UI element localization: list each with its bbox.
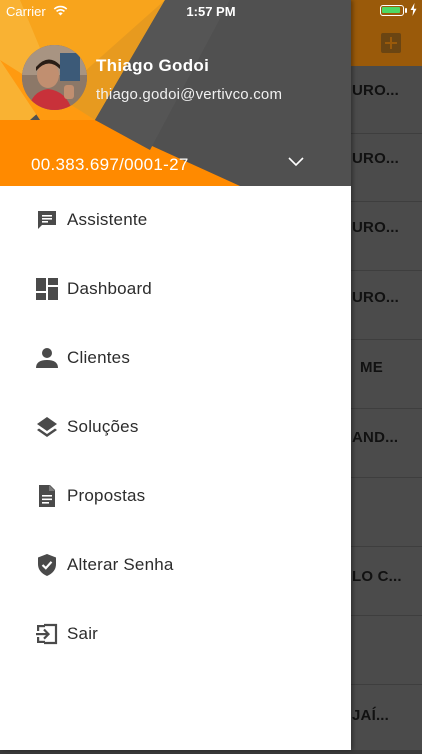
user-name: Thiago Godoi — [96, 56, 210, 75]
status-time: 1:57 PM — [186, 4, 236, 19]
profile-photo — [22, 45, 87, 110]
chat-icon — [38, 211, 56, 229]
account-id: 00.383.697/0001-27 — [31, 155, 189, 174]
menu-item-propostas[interactable]: Propostas — [0, 462, 351, 531]
menu-item-label: Propostas — [67, 486, 146, 505]
menu-item-label: Soluções — [67, 417, 139, 436]
status-bar: Carrier 1:57 PM — [0, 0, 422, 22]
avatar[interactable] — [22, 45, 87, 110]
menu-item-dashboard[interactable]: Dashboard — [0, 255, 351, 324]
user-email: thiago.godoi@vertivco.com — [96, 86, 283, 103]
layers-icon — [37, 417, 57, 437]
list-item-label: LO C... — [352, 568, 402, 585]
list-item-label: URO... — [352, 289, 400, 306]
menu-item-solucoes[interactable]: Soluções — [0, 393, 351, 462]
dashboard-icon — [36, 278, 58, 300]
chevron-down-icon[interactable] — [288, 157, 304, 167]
menu-item-assistente[interactable]: Assistente — [0, 186, 351, 255]
menu-item-label: Assistente — [67, 210, 148, 229]
menu-item-clientes[interactable]: Clientes — [0, 324, 351, 393]
charging-icon — [410, 3, 417, 16]
list-item-label: URO... — [352, 219, 400, 236]
drawer-header: Thiago Godoi thiago.godoi@vertivco.com 0… — [0, 0, 351, 186]
list-item-label: URO... — [352, 150, 400, 167]
menu-item-alterar-senha[interactable]: Alterar Senha — [0, 531, 351, 600]
drawer-menu: Assistente Dashboard Clientes Soluções P… — [0, 186, 351, 669]
menu-item-label: Dashboard — [67, 279, 152, 298]
menu-item-label: Clientes — [67, 348, 131, 367]
account-selector[interactable]: 00.383.697/0001-27 — [0, 148, 351, 182]
exit-icon — [36, 623, 58, 645]
shield-check-icon — [38, 554, 56, 576]
menu-item-sair[interactable]: Sair — [0, 600, 351, 669]
add-icon[interactable] — [381, 33, 401, 53]
list-item-label: ME — [360, 359, 383, 376]
battery-cap — [405, 8, 407, 13]
navigation-drawer: Thiago Godoi thiago.godoi@vertivco.com 0… — [0, 0, 351, 750]
menu-item-label: Alterar Senha — [67, 555, 174, 574]
document-icon — [39, 485, 55, 507]
list-item-label: JAÍ... — [352, 707, 390, 724]
menu-item-label: Sair — [67, 624, 99, 643]
list-item-label: AND... — [352, 429, 399, 446]
battery-icon — [380, 5, 404, 16]
person-icon — [36, 348, 58, 368]
list-item-label: URO... — [352, 82, 400, 99]
